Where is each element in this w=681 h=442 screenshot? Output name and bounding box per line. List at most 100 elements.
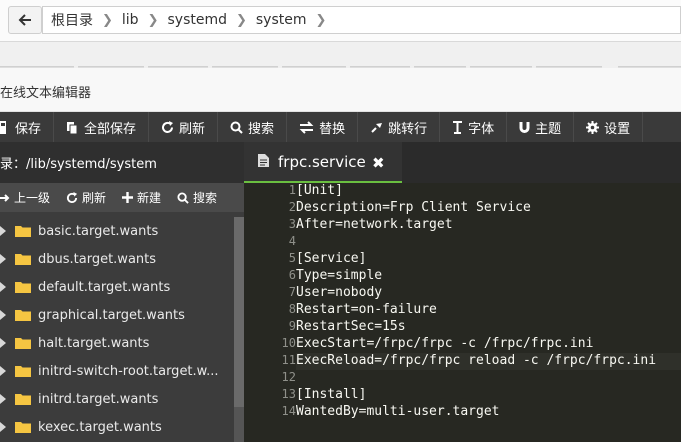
swap-icon: [299, 120, 314, 134]
pin-icon: [371, 122, 383, 133]
file-icon: [258, 153, 269, 171]
code-line: WantedBy=multi-user.target: [296, 404, 500, 419]
back-button[interactable]: [8, 6, 42, 34]
breadcrumb-item-system[interactable]: system: [256, 12, 307, 28]
search-icon: [177, 191, 189, 204]
code-editor[interactable]: 1 2 3 4 5 6 7 8 9 10 11 12 13 14 [Unit] …: [244, 183, 681, 442]
chevron-right-icon: ❯: [102, 12, 113, 28]
line-number: 6: [288, 268, 296, 282]
font-button-label: 字体: [468, 121, 495, 137]
line-number: 3: [288, 217, 296, 231]
new-button-label: 新建: [137, 191, 162, 205]
save-all-button-label: 全部保存: [84, 121, 137, 137]
theme-button[interactable]: 主题: [507, 112, 575, 142]
current-path-label: 目录：/lib/systemd/system: [0, 157, 157, 172]
line-number: 11: [281, 353, 296, 367]
breadcrumb-bar: 根目录 ❯ lib ❯ systemd ❯ system ❯: [0, 0, 681, 42]
code-line: [Install]: [296, 387, 367, 402]
caret-right-icon: [0, 366, 8, 376]
code-line: Restart=on-failure: [296, 302, 437, 317]
settings-button-label: 设置: [604, 121, 631, 137]
sidebar-scrollbar[interactable]: [234, 217, 244, 442]
caret-right-icon: [0, 254, 8, 264]
code-line: [Unit]: [296, 183, 343, 198]
breadcrumb-item-systemd[interactable]: systemd: [167, 12, 227, 28]
arrow-left-icon: [18, 14, 31, 26]
folder-icon: [15, 365, 31, 381]
app-root: 根目录 ❯ lib ❯ systemd ❯ system ❯ 在线文本编辑器 保…: [0, 0, 681, 442]
search-button-label: 搜索: [248, 121, 275, 137]
breadcrumb-item-lib[interactable]: lib: [122, 12, 139, 28]
sidebar-scrollbar-thumb[interactable]: [234, 217, 244, 407]
search-button[interactable]: 搜索: [218, 112, 288, 142]
line-number: 12: [281, 370, 296, 384]
up-level-button-label: 上一级: [14, 191, 51, 205]
chevron-right-icon: ❯: [235, 12, 247, 28]
line-number: 7: [288, 285, 296, 299]
list-item-label: dbus.target.wants: [38, 251, 157, 267]
file-sidebar: 目录：/lib/systemd/system 上一级 刷新 新建 搜索 basi…: [0, 142, 244, 442]
breadcrumb-item-root[interactable]: 根目录: [51, 10, 93, 30]
tab-label: frpc.service: [278, 152, 366, 171]
line-number: 8: [288, 302, 296, 316]
list-item-label: initrd-switch-root.target.w...: [38, 363, 219, 379]
tab-frpc-service[interactable]: frpc.service ✖: [244, 142, 402, 183]
floppy-icon: [0, 120, 6, 134]
list-item-label: graphical.target.wants: [38, 307, 185, 323]
file-tools: 上一级 刷新 新建 搜索: [0, 183, 244, 212]
code-line: Type=simple: [296, 268, 383, 283]
list-item[interactable]: halt.target.wants: [0, 329, 234, 357]
line-number: 10: [281, 336, 296, 350]
goto-line-button[interactable]: 跳转行: [358, 112, 441, 142]
new-button[interactable]: 新建: [114, 189, 169, 206]
list-item[interactable]: graphical.target.wants: [0, 301, 234, 329]
list-item[interactable]: default.target.wants: [0, 273, 234, 301]
line-number: 2: [288, 200, 296, 214]
replace-button-label: 替换: [319, 121, 346, 137]
editor-tab-bar: frpc.service ✖: [244, 142, 681, 183]
settings-button[interactable]: 设置: [574, 112, 644, 142]
line-number: 1: [288, 183, 296, 197]
documents-icon: [67, 121, 78, 134]
editor-toolbar: 保存 全部保存 刷新 搜索 替换 跳转行 字体 主题 设置: [0, 112, 681, 142]
close-icon[interactable]: ✖: [372, 154, 385, 172]
current-path: 目录：/lib/systemd/system: [0, 142, 244, 183]
line-number-gutter: 1 2 3 4 5 6 7 8 9 10 11 12 13 14: [260, 183, 296, 442]
list-item-label: kexec.target.wants: [38, 419, 162, 435]
list-item-label: default.target.wants: [38, 279, 171, 295]
refresh-button[interactable]: 刷新: [149, 112, 219, 142]
background-strip: [0, 42, 681, 69]
up-level-button[interactable]: 上一级: [0, 189, 58, 206]
caret-right-icon: [0, 310, 8, 320]
save-all-button[interactable]: 全部保存: [54, 112, 150, 142]
folder-icon: [15, 309, 31, 325]
list-item[interactable]: initrd.target.wants: [0, 385, 234, 413]
text-cursor-icon: [453, 120, 463, 134]
list-item[interactable]: dbus.target.wants: [0, 245, 234, 273]
font-button[interactable]: 字体: [440, 112, 508, 142]
list-item[interactable]: kexec.target.wants: [0, 413, 234, 441]
goto-line-button-label: 跳转行: [388, 121, 428, 137]
folder-icon: [15, 337, 31, 353]
code-line: RestartSec=15s: [296, 319, 406, 334]
folder-icon: [15, 281, 31, 297]
sidebar-refresh-button[interactable]: 刷新: [58, 189, 114, 206]
arrow-right-icon: [0, 193, 10, 202]
list-item[interactable]: initrd-switch-root.target.w...: [0, 357, 234, 385]
caret-right-icon: [0, 422, 8, 432]
replace-button[interactable]: 替换: [287, 112, 359, 142]
plus-icon: [122, 192, 134, 203]
breadcrumb: 根目录 ❯ lib ❯ systemd ❯ system ❯: [42, 6, 681, 34]
gear-icon: [586, 120, 600, 134]
caret-right-icon: [0, 338, 8, 348]
folder-icon: [15, 421, 31, 437]
save-button[interactable]: 保存: [0, 112, 55, 142]
folder-icon: [15, 393, 31, 409]
line-number: 14: [281, 404, 296, 418]
sidebar-refresh-button-label: 刷新: [82, 191, 107, 205]
list-item-label: halt.target.wants: [38, 335, 150, 351]
folder-icon: [15, 225, 31, 241]
save-button-label: 保存: [15, 121, 42, 137]
sidebar-search-button[interactable]: 搜索: [169, 189, 225, 206]
list-item[interactable]: basic.target.wants: [0, 217, 234, 245]
